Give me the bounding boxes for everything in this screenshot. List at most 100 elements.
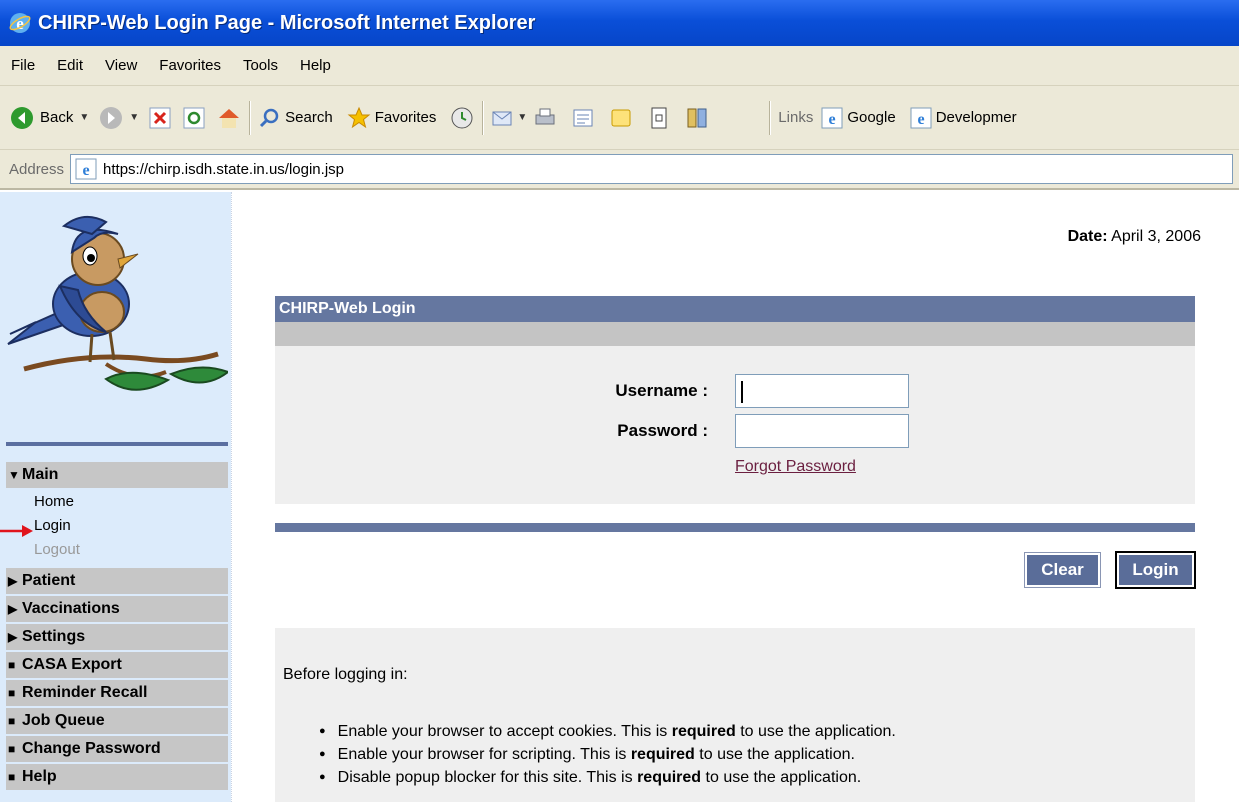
back-arrow-icon — [11, 106, 33, 129]
caret-right-icon: ▶ — [8, 630, 18, 644]
sidebar-section-label: Vaccinations — [22, 600, 120, 617]
page-icon: e — [75, 158, 97, 180]
bullet-square-icon: ■ — [8, 742, 16, 756]
svg-text:e: e — [917, 111, 924, 128]
sidebar-item-help[interactable]: ■ Help — [6, 764, 228, 790]
sidebar-item-change-password[interactable]: ■ Change Password — [6, 736, 228, 762]
forward-arrow-icon — [100, 106, 123, 129]
favorites-label: Favorites — [374, 109, 437, 126]
toolbar: Back ▼ ▼ Search Favorites ▼ Links e Goog… — [0, 86, 1239, 150]
sidebar-section-label: Settings — [22, 628, 86, 645]
login-panel-title: CHIRP-Web Login — [275, 296, 1195, 322]
sidebar-item-label: CASA Export — [22, 656, 122, 673]
internet-explorer-icon: e — [9, 13, 31, 33]
title-bar: e CHIRP-Web Login Page - Microsoft Inter… — [0, 0, 1239, 46]
menu-view[interactable]: View — [94, 57, 148, 74]
sidebar-border — [231, 192, 233, 802]
login-panel: CHIRP-Web Login Username : Password : Fo… — [275, 296, 1195, 504]
research-icon[interactable] — [647, 106, 671, 130]
login-panel-subheader — [275, 322, 1195, 346]
sidebar-item-label: Change Password — [22, 740, 161, 757]
requirements-list: Enable your browser to accept cookies. T… — [338, 721, 896, 790]
menu-bar: File Edit View Favorites Tools Help — [0, 46, 1239, 86]
sidebar-section-main[interactable]: ▼ Main — [6, 462, 228, 488]
bullet-square-icon: ■ — [8, 770, 16, 784]
caret-right-icon: ▶ — [8, 602, 18, 616]
star-icon — [347, 106, 371, 128]
edit-icon[interactable] — [571, 106, 595, 130]
login-requirements-panel: Before logging in: Enable your browser t… — [275, 628, 1195, 802]
toolbar-separator — [482, 100, 484, 135]
address-label: Address — [9, 160, 65, 178]
sidebar-item-casa-export[interactable]: ■ CASA Export — [6, 652, 228, 678]
sidebar-section-label: Main — [22, 466, 59, 483]
svg-text:e: e — [82, 162, 89, 179]
bird-logo — [7, 215, 228, 391]
search-icon — [260, 108, 279, 127]
date-value: April 3, 2006 — [1111, 228, 1201, 245]
toolbar-separator — [249, 100, 251, 135]
internet-explorer-icon: e — [821, 107, 843, 128]
menu-favorites[interactable]: Favorites — [148, 57, 232, 74]
search-button[interactable]: Search — [258, 98, 333, 138]
sidebar-link-login[interactable]: Login — [34, 517, 71, 534]
print-icon[interactable] — [533, 106, 557, 130]
sidebar-item-reminder-recall[interactable]: ■ Reminder Recall — [6, 680, 228, 706]
list-item: Disable popup blocker for this site. Thi… — [338, 767, 896, 790]
login-form: Username : Password : Forgot Password — [275, 346, 1195, 504]
sidebar-item-label: Job Queue — [22, 712, 105, 729]
forward-button[interactable]: ▼ — [99, 98, 145, 138]
mail-icon — [492, 111, 512, 125]
forward-dropdown-icon[interactable]: ▼ — [129, 112, 139, 123]
username-label: Username : — [615, 381, 708, 400]
sidebar-section-settings[interactable]: ▶ Settings — [6, 624, 228, 650]
forgot-password-link[interactable]: Forgot Password — [735, 458, 856, 476]
sidebar-divider — [6, 442, 228, 446]
discuss-icon[interactable] — [609, 106, 633, 130]
login-panel-footer-rule — [275, 523, 1195, 532]
history-icon[interactable] — [450, 106, 474, 130]
caret-down-icon: ▼ — [8, 468, 20, 482]
menu-help[interactable]: Help — [289, 57, 342, 74]
menu-file[interactable]: File — [0, 57, 46, 74]
link-developer[interactable]: e Developmer — [910, 98, 1017, 138]
mail-dropdown-icon[interactable]: ▼ — [517, 112, 527, 123]
back-label: Back — [40, 109, 74, 126]
links-label: Links — [778, 109, 814, 126]
messenger-icon[interactable] — [685, 106, 709, 130]
favorites-button[interactable]: Favorites — [347, 98, 437, 138]
back-dropdown-icon[interactable]: ▼ — [79, 112, 89, 123]
address-bar: Address e https://chirp.isdh.state.in.us… — [0, 150, 1239, 190]
list-item: Enable your browser for scripting. This … — [338, 744, 896, 767]
username-input[interactable] — [735, 374, 909, 408]
back-button[interactable]: Back ▼ — [10, 98, 95, 138]
sidebar-section-vaccinations[interactable]: ▶ Vaccinations — [6, 596, 228, 622]
toolbar-separator — [769, 100, 771, 135]
login-button[interactable]: Login — [1115, 551, 1196, 589]
sidebar-link-home[interactable]: Home — [34, 493, 74, 510]
menu-tools[interactable]: Tools — [232, 57, 289, 74]
window-title: CHIRP-Web Login Page - Microsoft Interne… — [38, 11, 536, 34]
stop-icon[interactable] — [149, 107, 171, 129]
date-display: Date: April 3, 2006 — [1068, 228, 1201, 246]
bullet-square-icon: ■ — [8, 686, 16, 700]
sidebar-item-job-queue[interactable]: ■ Job Queue — [6, 708, 228, 734]
sidebar-link-logout: Logout — [34, 541, 80, 558]
sidebar-item-label: Help — [22, 768, 57, 785]
mail-button[interactable]: ▼ — [491, 98, 533, 138]
bullet-square-icon: ■ — [8, 658, 16, 672]
address-url: https://chirp.isdh.state.in.us/login.jsp — [103, 160, 344, 178]
search-label: Search — [285, 109, 333, 126]
sidebar-section-patient[interactable]: ▶ Patient — [6, 568, 228, 594]
address-input[interactable]: e https://chirp.isdh.state.in.us/login.j… — [70, 154, 1233, 184]
refresh-icon[interactable] — [183, 107, 205, 129]
menu-edit[interactable]: Edit — [46, 57, 94, 74]
bullet-square-icon: ■ — [8, 714, 16, 728]
clear-button[interactable]: Clear — [1024, 552, 1101, 588]
list-item: Enable your browser to accept cookies. T… — [338, 721, 896, 744]
password-input[interactable] — [735, 414, 909, 448]
svg-text:e: e — [829, 111, 836, 128]
date-label: Date: — [1067, 228, 1108, 245]
link-google[interactable]: e Google — [821, 98, 896, 138]
home-icon[interactable] — [217, 106, 241, 130]
